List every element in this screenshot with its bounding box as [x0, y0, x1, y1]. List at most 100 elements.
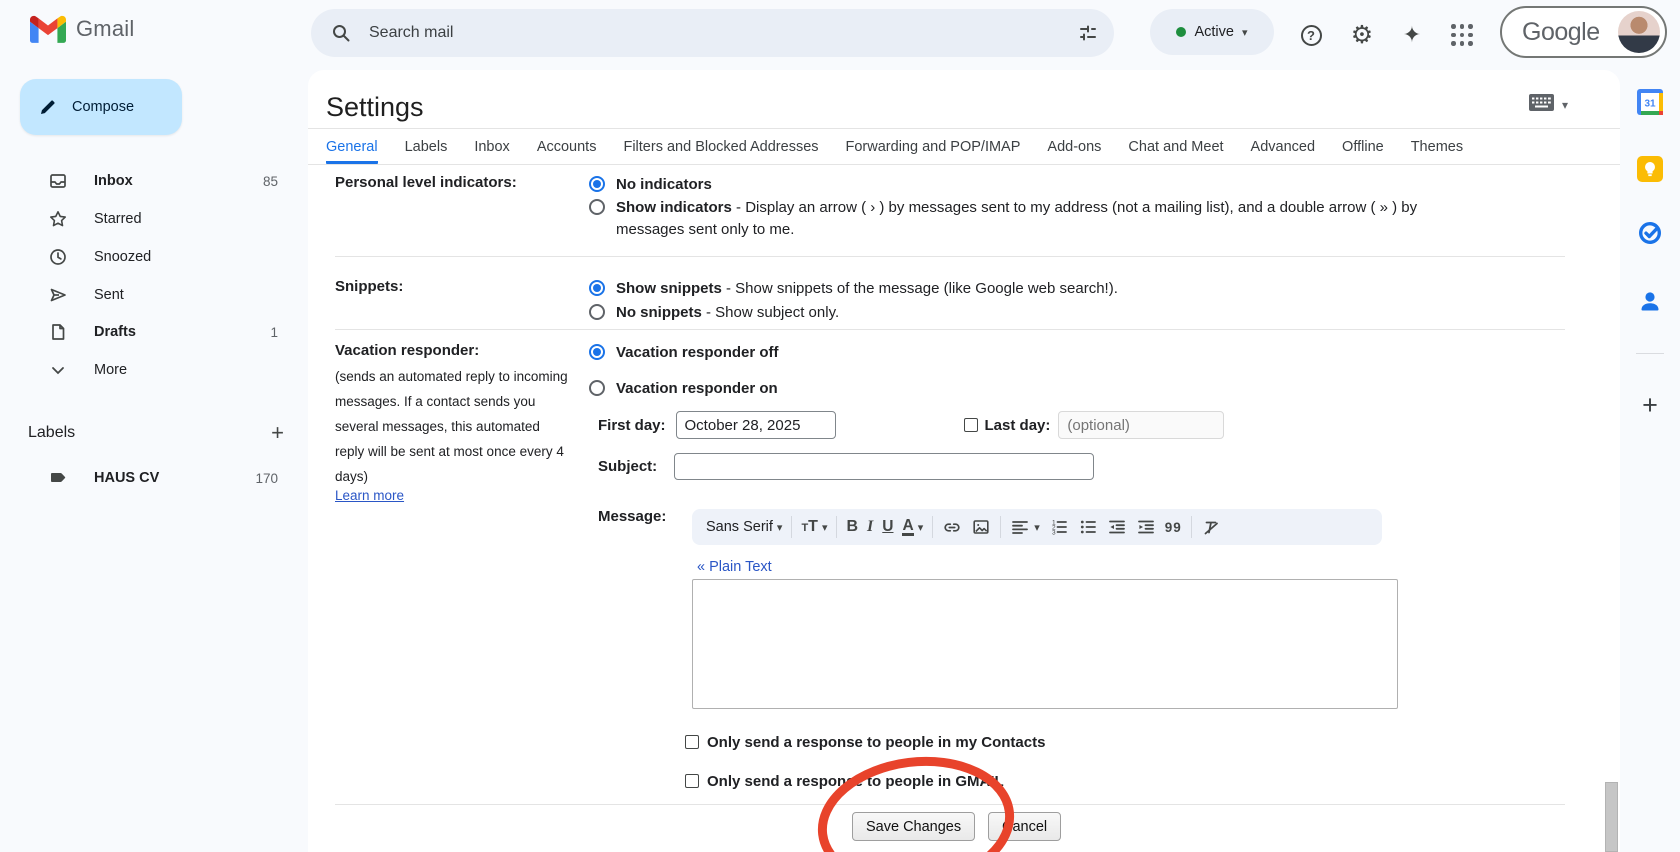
tab-general[interactable]: General: [326, 139, 378, 164]
contacts-only-option[interactable]: Only send a response to people in my Con…: [685, 732, 1045, 752]
save-changes-button[interactable]: Save Changes: [852, 812, 975, 841]
indent-more-button[interactable]: [1136, 517, 1156, 537]
remove-formatting-button[interactable]: [1201, 517, 1221, 537]
top-bar: Gmail Search mail Active ▾ ? ⚙: [0, 0, 1680, 70]
google-account-pill[interactable]: Google: [1500, 6, 1667, 58]
help-icon: ?: [1301, 25, 1322, 46]
sidebar-label-haus-cv[interactable]: HAUS CV 170: [8, 460, 300, 496]
radio-selected-icon[interactable]: [589, 344, 605, 360]
radio-option-vacation-on[interactable]: Vacation responder on: [589, 378, 778, 400]
radio-option-vacation-off[interactable]: Vacation responder off: [589, 342, 779, 364]
quote-button[interactable]: 99: [1165, 520, 1182, 535]
tab-accounts[interactable]: Accounts: [537, 139, 597, 164]
scrollbar-thumb[interactable]: [1605, 782, 1618, 852]
keyboard-icon: [1529, 94, 1554, 116]
tab-forwarding[interactable]: Forwarding and POP/IMAP: [846, 139, 1021, 164]
google-apps-button[interactable]: [1444, 17, 1480, 53]
bold-button[interactable]: B: [846, 518, 858, 536]
help-button[interactable]: ?: [1293, 17, 1329, 53]
tab-themes[interactable]: Themes: [1411, 139, 1463, 164]
tab-chat-meet[interactable]: Chat and Meet: [1128, 139, 1223, 164]
tab-filters[interactable]: Filters and Blocked Addresses: [623, 139, 818, 164]
label-tag-icon: [48, 468, 68, 488]
insert-image-button[interactable]: [971, 517, 991, 537]
contacts-only-checkbox[interactable]: [685, 735, 699, 749]
last-day-input[interactable]: [1058, 411, 1224, 439]
first-day-input[interactable]: [676, 411, 836, 439]
tab-advanced[interactable]: Advanced: [1251, 139, 1316, 164]
search-bar[interactable]: Search mail: [311, 9, 1114, 57]
font-family-button[interactable]: Sans Serif ▾: [706, 519, 782, 535]
search-options-tune-icon[interactable]: [1078, 23, 1098, 43]
tab-addons[interactable]: Add-ons: [1047, 139, 1101, 164]
svg-text:3: 3: [1052, 529, 1056, 536]
contacts-icon: [1637, 288, 1663, 314]
radio-option-show-snippets[interactable]: Show snippets - Show snippets of the mes…: [589, 278, 1118, 300]
input-tools-selector[interactable]: ▾: [1529, 94, 1568, 116]
plain-text-link[interactable]: « Plain Text: [697, 559, 772, 575]
clock-icon: [48, 247, 68, 267]
insert-link-button[interactable]: [942, 517, 962, 537]
status-selector[interactable]: Active ▾: [1150, 9, 1274, 55]
gmail-settings-page: Gmail Search mail Active ▾ ? ⚙: [0, 0, 1680, 852]
active-status-dot-icon: [1176, 27, 1186, 37]
last-day-checkbox[interactable]: [964, 418, 978, 432]
tab-inbox[interactable]: Inbox: [474, 139, 509, 164]
tab-labels[interactable]: Labels: [405, 139, 448, 164]
radio-unselected-icon[interactable]: [589, 199, 605, 215]
first-day-row: First day: Last day:: [598, 411, 1224, 439]
radio-option-show-indicators[interactable]: Show indicators - Display an arrow ( › )…: [589, 197, 1427, 241]
compose-button[interactable]: Compose: [20, 79, 182, 135]
bulleted-list-button[interactable]: [1078, 517, 1098, 537]
radio-unselected-icon[interactable]: [589, 380, 605, 396]
numbered-list-button[interactable]: 123: [1049, 517, 1069, 537]
message-body-textarea[interactable]: [692, 579, 1398, 709]
compose-label: Compose: [72, 99, 134, 115]
sidebar-item-inbox[interactable]: Inbox 85: [8, 163, 300, 199]
keep-app-button[interactable]: [1637, 156, 1663, 182]
settings-gear-button[interactable]: ⚙: [1344, 17, 1380, 53]
contacts-app-button[interactable]: [1637, 288, 1663, 314]
radio-unselected-icon[interactable]: [589, 304, 605, 320]
checkbox-label: Only send a response to people in GMAIL: [707, 773, 1004, 790]
cancel-button[interactable]: Cancel: [988, 812, 1061, 841]
sidebar-item-label: Inbox: [94, 173, 263, 189]
sidebar-item-drafts[interactable]: Drafts 1: [8, 314, 300, 350]
underline-button[interactable]: U: [882, 518, 893, 536]
gmail-only-checkbox[interactable]: [685, 774, 699, 788]
indent-less-button[interactable]: [1107, 517, 1127, 537]
divider: [335, 256, 1565, 257]
subject-input[interactable]: [674, 453, 1094, 480]
get-addons-button[interactable]: +: [1637, 392, 1663, 418]
text-color-button[interactable]: A ▾: [902, 518, 923, 536]
snippets-label: Snippets:: [335, 278, 403, 295]
sidebar-item-starred[interactable]: Starred: [8, 201, 300, 237]
radio-option-no-indicators[interactable]: No indicators: [589, 174, 712, 196]
label-count: 170: [255, 471, 278, 486]
sidebar-item-more[interactable]: More: [8, 352, 300, 388]
gmail-brand[interactable]: Gmail: [30, 15, 134, 43]
sidebar-item-sent[interactable]: Sent: [8, 277, 300, 313]
calendar-app-button[interactable]: 31: [1637, 89, 1663, 115]
inbox-icon: [48, 171, 68, 191]
search-icon[interactable]: [331, 23, 351, 43]
italic-button[interactable]: I: [867, 518, 873, 536]
learn-more-link[interactable]: Learn more: [335, 488, 404, 503]
sidebar-item-snoozed[interactable]: Snoozed: [8, 239, 300, 275]
radio-selected-icon[interactable]: [589, 176, 605, 192]
font-size-button[interactable]: TT ▾: [801, 518, 827, 536]
gmail-only-option[interactable]: Only send a response to people in GMAIL: [685, 771, 1004, 791]
personal-indicators-label: Personal level indicators:: [335, 174, 517, 191]
sidebar-item-label: Drafts: [94, 324, 270, 340]
tab-offline[interactable]: Offline: [1342, 139, 1384, 164]
gemini-button[interactable]: ✦: [1394, 17, 1430, 53]
radio-option-no-snippets[interactable]: No snippets - Show subject only.: [589, 302, 839, 324]
align-button[interactable]: ▾: [1010, 517, 1040, 537]
radio-selected-icon[interactable]: [589, 280, 605, 296]
search-input[interactable]: Search mail: [369, 24, 1078, 42]
drafts-count: 1: [270, 325, 278, 340]
tasks-app-button[interactable]: [1637, 220, 1663, 246]
user-avatar[interactable]: [1618, 11, 1660, 53]
create-label-button[interactable]: +: [271, 420, 284, 446]
link-icon: [942, 517, 962, 537]
